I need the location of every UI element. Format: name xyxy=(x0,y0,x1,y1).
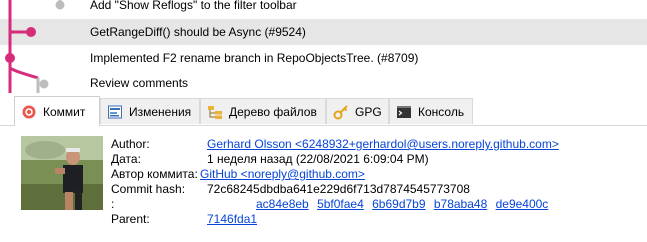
console-icon xyxy=(397,105,411,118)
file-tree-icon xyxy=(208,105,222,119)
author-link[interactable]: Gerhard Olsson <6248932+gerhardol@users.… xyxy=(207,137,559,151)
child-commit-link[interactable]: 6b69d7b9 xyxy=(372,197,425,211)
commit-row[interactable]: Add "Show Reflogs" to the filter toolbar xyxy=(0,0,647,18)
key-icon xyxy=(333,104,348,119)
child-commit-link[interactable]: 5bf0fae4 xyxy=(317,197,364,211)
date-value: 1 неделя назад (22/08/2021 6:09:04 PM) xyxy=(207,152,429,166)
commit-message: Implemented F2 rename branch in RepoObje… xyxy=(90,51,419,65)
children-links: ac84e8eb 5bf0fae4 6b69d7b9 b78aba48 de9e… xyxy=(256,197,553,211)
commit-icon xyxy=(22,105,36,118)
tab-bar: Коммит Изменения Дерево файлов GPG Консо… xyxy=(0,96,647,126)
commit-row[interactable]: Implemented F2 rename branch in RepoObje… xyxy=(0,45,647,71)
date-label: Дата: xyxy=(111,152,141,166)
tab-label: Коммит xyxy=(43,104,86,119)
child-commit-link[interactable]: ac84e8eb xyxy=(256,197,309,211)
child-commit-link[interactable]: b78aba48 xyxy=(434,197,487,211)
committer-label: Автор коммита: xyxy=(111,167,198,181)
commit-message: Add "Show Reflogs" to the filter toolbar xyxy=(90,0,297,12)
avatar xyxy=(21,136,103,210)
tab-label: Консоль xyxy=(418,104,465,119)
revision-graph xyxy=(5,0,65,93)
graph-node xyxy=(5,53,15,63)
commit-list[interactable]: Add "Show Reflogs" to the filter toolbar… xyxy=(0,0,647,93)
commit-row[interactable]: Review comments xyxy=(0,70,647,96)
tab-commit[interactable]: Коммит xyxy=(14,96,100,126)
diff-icon xyxy=(108,105,122,118)
child-commit-link[interactable]: de9e400c xyxy=(496,197,549,211)
commit-message: GetRangeDiff() should be Async (#9524) xyxy=(90,25,306,39)
author-label: Author: xyxy=(111,137,150,151)
tab-console[interactable]: Консоль xyxy=(389,98,473,124)
tab-changes[interactable]: Изменения xyxy=(100,98,200,124)
commit-hash-label: Commit hash: xyxy=(111,182,186,196)
children-label: : xyxy=(111,197,115,211)
tab-label: Дерево файлов xyxy=(229,104,317,119)
commit-message: Review comments xyxy=(90,76,189,90)
tab-label: GPG xyxy=(355,104,382,119)
commit-hash-value: 72c68245dbdba641e229d6f713d7874545773708 xyxy=(207,182,470,196)
tab-gpg[interactable]: GPG xyxy=(326,98,389,124)
tab-label: Изменения xyxy=(129,104,192,119)
graph-node xyxy=(39,79,49,89)
parent-commit-link[interactable]: 7146fda1 xyxy=(207,212,257,226)
graph-node xyxy=(55,0,65,10)
commit-row-selected[interactable]: GetRangeDiff() should be Async (#9524) xyxy=(0,19,647,45)
committer-link[interactable]: GitHub <noreply@github.com> xyxy=(200,167,365,181)
parent-label: Parent: xyxy=(111,212,150,226)
tab-file-tree[interactable]: Дерево файлов xyxy=(200,98,326,124)
